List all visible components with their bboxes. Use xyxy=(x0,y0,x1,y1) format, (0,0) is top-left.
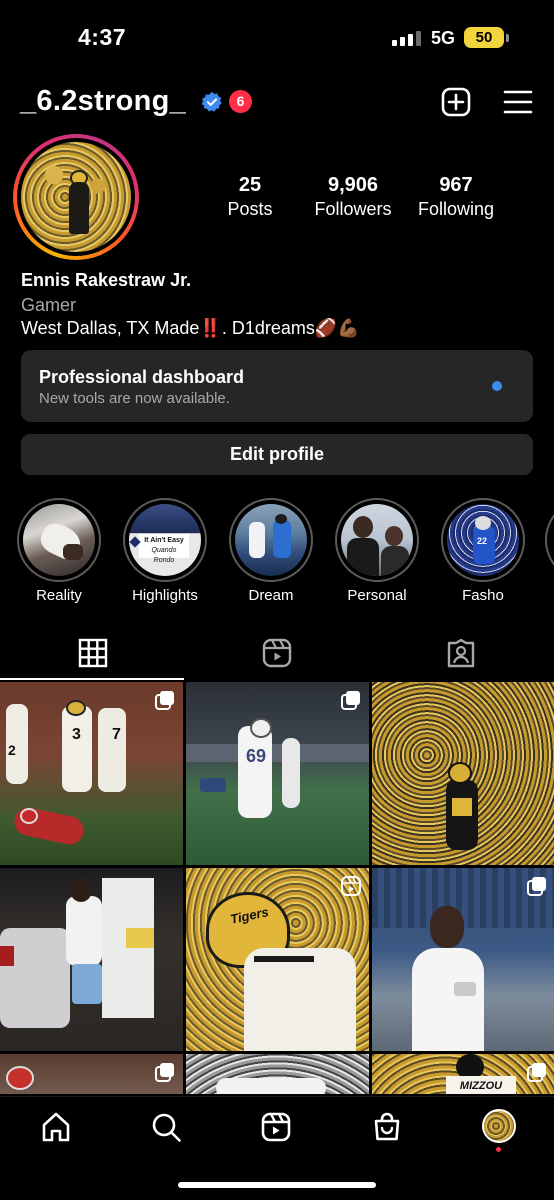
highlight-cover xyxy=(23,504,95,576)
profile-nav-avatar[interactable] xyxy=(482,1109,516,1143)
post-thumbnail[interactable] xyxy=(0,1054,183,1094)
dashboard-subtitle: New tools are now available. xyxy=(39,390,230,407)
status-bar: 4:37 5G 50 xyxy=(0,0,554,75)
highlight-cover xyxy=(235,504,307,576)
tagged-tab-icon[interactable] xyxy=(446,638,476,668)
profile-category: Gamer xyxy=(21,295,77,315)
highlight-label: Highlights xyxy=(132,587,198,604)
display-name: Ennis Rakestraw Jr. xyxy=(21,270,192,290)
verified-badge-icon xyxy=(201,91,222,112)
network-type: 5G xyxy=(431,28,456,48)
highlight-label: Reality xyxy=(36,587,82,604)
post-thumbnail[interactable] xyxy=(0,868,183,1051)
following-count: 967 xyxy=(439,174,473,196)
home-indicator[interactable] xyxy=(178,1182,376,1188)
posts-grid: 3 7 2 69 Tigers MIZZOU xyxy=(0,682,554,1094)
dashboard-title: Professional dashboard xyxy=(39,367,245,387)
carousel-indicator-icon xyxy=(341,691,360,710)
followers-count: 9,906 xyxy=(327,174,379,196)
avatar-image xyxy=(21,142,131,252)
highlight-overlay-sub: Quando Rondo xyxy=(151,547,177,564)
following-label: Following xyxy=(417,199,495,219)
highlight-cover xyxy=(341,504,413,576)
profile-avatar[interactable] xyxy=(13,134,139,260)
highlight-personal[interactable]: Personal xyxy=(335,498,419,604)
posts-count: 25 xyxy=(238,174,262,196)
jersey-number: 2 xyxy=(8,742,16,758)
highlight-fasho[interactable]: 22 Fasho xyxy=(441,498,525,604)
posts-stat[interactable]: 25 Posts xyxy=(190,174,310,220)
menu-icon[interactable] xyxy=(502,86,534,118)
reels-icon[interactable] xyxy=(260,1111,292,1143)
post-thumbnail[interactable]: 3 7 2 xyxy=(0,682,183,865)
username[interactable]: _6.2strong_ xyxy=(20,85,186,118)
active-tab-indicator xyxy=(0,678,184,680)
carousel-indicator-icon xyxy=(155,1063,174,1082)
jersey-number: 3 xyxy=(72,726,81,743)
create-post-icon[interactable] xyxy=(440,86,472,118)
highlight-overlay-title: It Ain't Easy xyxy=(144,537,184,544)
highlight-cover: 22 xyxy=(447,504,519,576)
bio-text: West Dallas, TX Made‼️. D1dreams🏈💪🏾 xyxy=(21,318,360,338)
post-thumbnail[interactable]: 69 xyxy=(186,682,369,865)
highlight-partial[interactable] xyxy=(545,498,554,582)
notification-badge[interactable]: 6 xyxy=(229,90,252,113)
highlight-cover: It Ain't Easy Quando Rondo xyxy=(129,504,201,576)
search-icon[interactable] xyxy=(150,1111,182,1143)
post-thumbnail[interactable]: MIZZOU xyxy=(372,1054,554,1094)
jersey-number: 22 xyxy=(477,536,488,546)
post-thumbnail[interactable] xyxy=(186,1054,369,1094)
carousel-indicator-icon xyxy=(527,1063,546,1082)
post-thumbnail[interactable] xyxy=(372,682,554,865)
highlight-label: Fasho xyxy=(462,587,504,604)
followers-stat[interactable]: 9,906 Followers xyxy=(293,174,413,220)
new-indicator-dot xyxy=(492,381,502,391)
highlight-label: Dream xyxy=(248,587,294,604)
highlight-dream[interactable]: Dream xyxy=(229,498,313,604)
battery-tip xyxy=(506,34,509,42)
edit-profile-button[interactable]: Edit profile xyxy=(21,434,533,475)
team-wordmark: MIZZOU xyxy=(446,1076,516,1094)
professional-dashboard[interactable]: Professional dashboard New tools are now… xyxy=(21,350,533,422)
jersey-number: 7 xyxy=(112,726,121,743)
battery-icon: 50 xyxy=(464,27,504,48)
reels-tab-icon[interactable] xyxy=(262,638,292,668)
posts-label: Posts xyxy=(227,199,273,219)
reel-indicator-icon xyxy=(341,876,361,896)
carousel-indicator-icon xyxy=(527,877,546,896)
carousel-indicator-icon xyxy=(155,691,174,710)
following-stat[interactable]: 967 Following xyxy=(396,174,516,220)
profile-header: _6.2strong_ 6 xyxy=(0,80,554,126)
profile-notification-dot xyxy=(496,1147,501,1152)
highlight-highlights[interactable]: It Ain't Easy Quando Rondo Highlights xyxy=(123,498,207,604)
cellular-signal-icon xyxy=(392,30,421,46)
status-time: 4:37 xyxy=(78,24,127,50)
grid-tab-icon[interactable] xyxy=(78,638,108,668)
highlight-reality[interactable]: Reality xyxy=(17,498,101,604)
highlight-label: Personal xyxy=(347,587,407,604)
post-thumbnail[interactable] xyxy=(372,868,554,1051)
shop-icon[interactable] xyxy=(371,1111,403,1143)
jersey-number: 69 xyxy=(246,746,267,766)
post-thumbnail[interactable]: Tigers xyxy=(186,868,369,1051)
followers-label: Followers xyxy=(314,199,392,219)
home-icon[interactable] xyxy=(40,1111,72,1143)
